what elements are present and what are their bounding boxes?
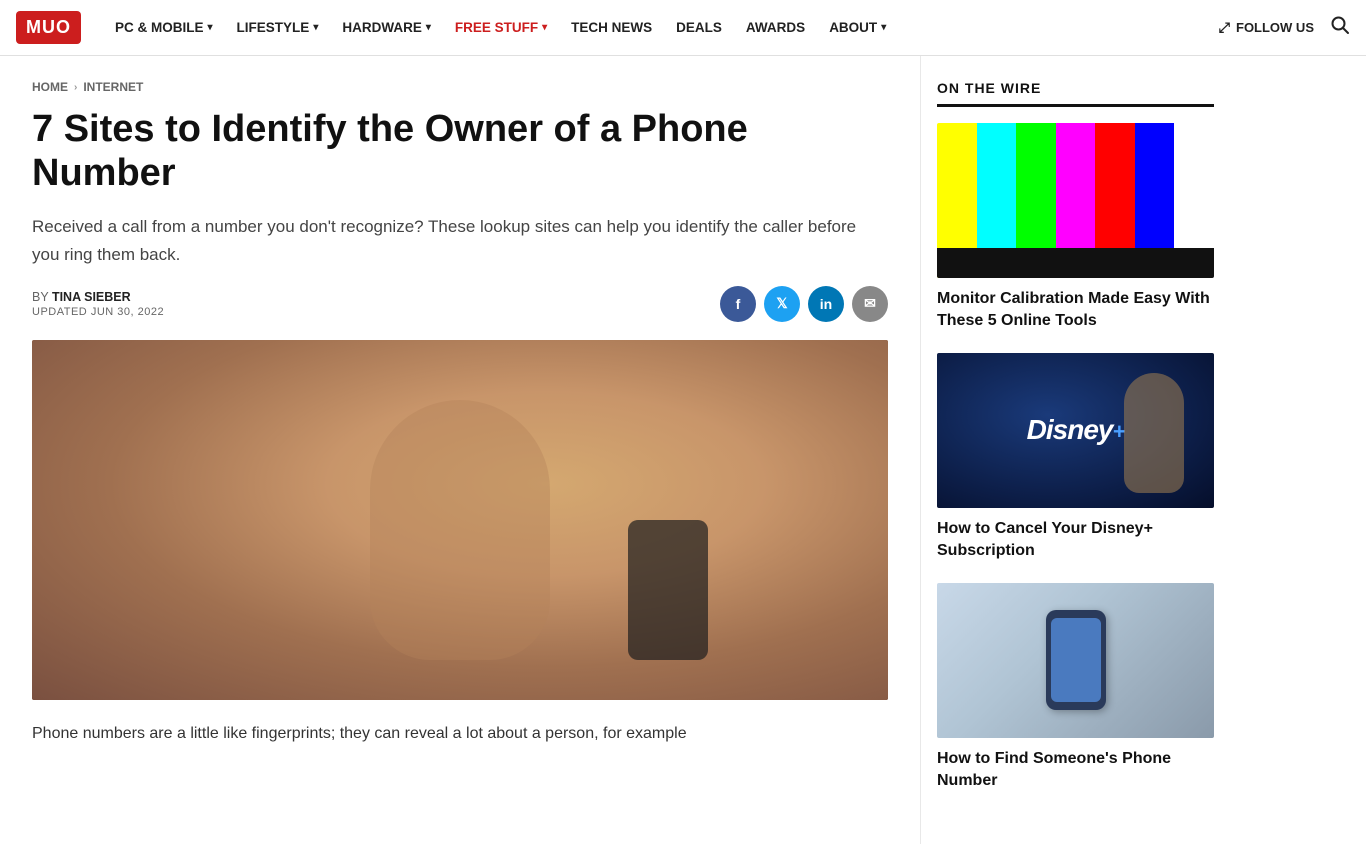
article-meta: BY TINA SIEBER UPDATED JUN 30, 2022 (32, 290, 164, 318)
header-right: ⤢ FOLLOW US (1219, 15, 1350, 40)
wire-item-1: Monitor Calibration Made Easy With These… (937, 123, 1214, 333)
phone-visual (1046, 610, 1106, 710)
disney-plus-image: Disney+ (937, 353, 1214, 508)
breadcrumb-section[interactable]: INTERNET (83, 80, 143, 94)
site-header: MUO PC & MOBILE ▾ LIFESTYLE ▾ HARDWARE ▾… (0, 0, 1366, 56)
article-body-text: Phone numbers are a little like fingerpr… (32, 720, 888, 747)
page-wrapper: HOME › INTERNET 7 Sites to Identify the … (0, 56, 1366, 844)
follow-us-button[interactable]: ⤢ FOLLOW US (1219, 19, 1314, 36)
disney-logo: Disney+ (1027, 414, 1125, 446)
search-button[interactable] (1330, 15, 1350, 40)
article-title: 7 Sites to Identify the Owner of a Phone… (32, 108, 888, 195)
nav-hardware[interactable]: HARDWARE ▾ (332, 14, 441, 41)
article-hero-image (32, 340, 888, 700)
article-date: UPDATED JUN 30, 2022 (32, 306, 164, 318)
monitor-bottom-bar (937, 248, 1214, 278)
wire-item-3-title[interactable]: How to Find Someone's Phone Number (937, 748, 1214, 793)
phone-screen (1051, 618, 1101, 702)
breadcrumb: HOME › INTERNET (32, 80, 888, 94)
nav-awards[interactable]: AWARDS (736, 14, 815, 41)
nav-about[interactable]: ABOUT ▾ (819, 14, 896, 41)
article-subtitle: Received a call from a number you don't … (32, 213, 888, 267)
chevron-down-icon: ▾ (881, 22, 886, 33)
wire-item-2: Disney+ How to Cancel Your Disney+ Subsc… (937, 353, 1214, 563)
sidebar: ON THE WIRE Monitor Calibration Made Eas… (920, 56, 1230, 844)
main-nav: PC & MOBILE ▾ LIFESTYLE ▾ HARDWARE ▾ FRE… (105, 14, 1219, 41)
person-silhouette (1124, 373, 1184, 493)
chevron-down-icon: ▾ (542, 22, 547, 33)
phone-tech-image (937, 583, 1214, 738)
share-icon: ⤢ (1219, 19, 1230, 36)
breadcrumb-separator: › (74, 82, 77, 93)
nav-tech-news[interactable]: TECH NEWS (561, 14, 662, 41)
wire-item-3-image[interactable] (937, 583, 1214, 738)
search-icon (1330, 15, 1350, 35)
wire-item-2-title[interactable]: How to Cancel Your Disney+ Subscription (937, 518, 1214, 563)
sidebar-section-title: ON THE WIRE (937, 80, 1214, 107)
article-image-inner (32, 340, 888, 700)
nav-pc-mobile[interactable]: PC & MOBILE ▾ (105, 14, 223, 41)
wire-item-1-image[interactable] (937, 123, 1214, 278)
wire-item-1-title[interactable]: Monitor Calibration Made Easy With These… (937, 288, 1214, 333)
chevron-down-icon: ▾ (313, 22, 318, 33)
wire-item-3: How to Find Someone's Phone Number (937, 583, 1214, 793)
share-email-button[interactable]: ✉ (852, 286, 888, 322)
article-author[interactable]: TINA SIEBER (52, 290, 131, 304)
share-linkedin-button[interactable]: in (808, 286, 844, 322)
chevron-down-icon: ▾ (426, 22, 431, 33)
wire-item-2-image[interactable]: Disney+ (937, 353, 1214, 508)
share-twitter-button[interactable]: 𝕏 (764, 286, 800, 322)
nav-free-stuff[interactable]: FREE STUFF ▾ (445, 14, 557, 41)
author-prefix: BY (32, 290, 48, 304)
social-share-buttons: f 𝕏 in ✉ (720, 286, 888, 322)
nav-lifestyle[interactable]: LIFESTYLE ▾ (227, 14, 329, 41)
share-facebook-button[interactable]: f (720, 286, 756, 322)
breadcrumb-home[interactable]: HOME (32, 80, 68, 94)
chevron-down-icon: ▾ (208, 22, 213, 33)
main-content: HOME › INTERNET 7 Sites to Identify the … (0, 56, 920, 844)
logo[interactable]: MUO (16, 11, 81, 44)
meta-row: BY TINA SIEBER UPDATED JUN 30, 2022 f 𝕏 … (32, 286, 888, 322)
nav-deals[interactable]: DEALS (666, 14, 732, 41)
